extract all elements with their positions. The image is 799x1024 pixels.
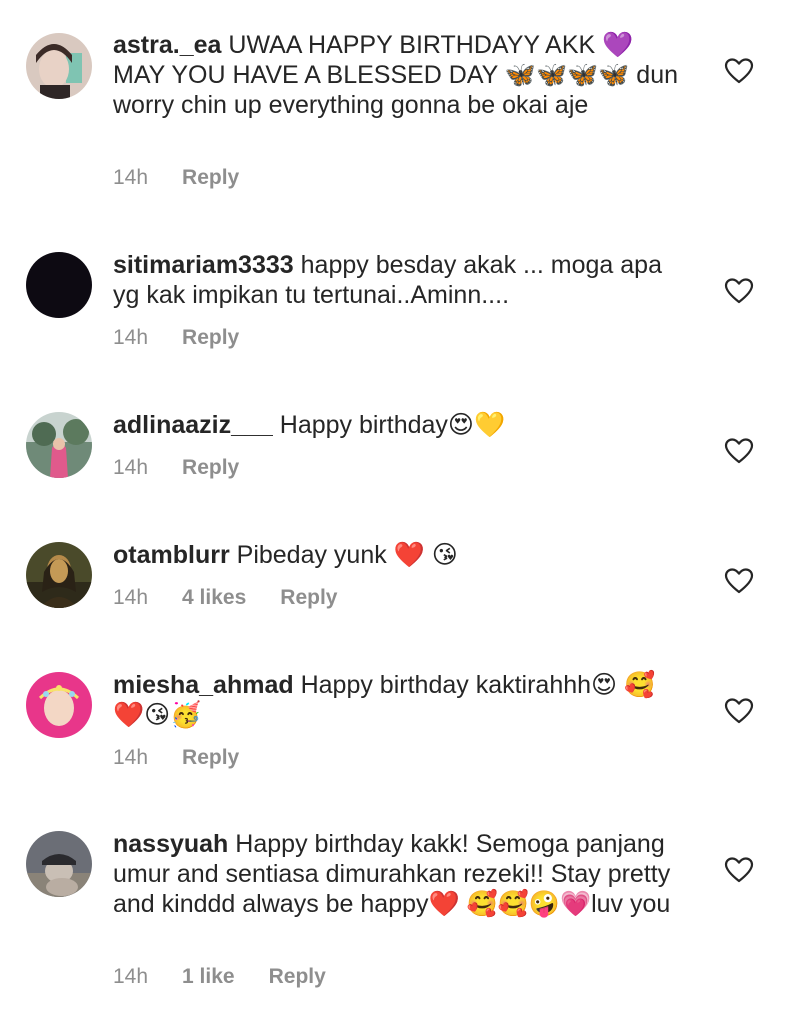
likes-count[interactable]: 4 likes bbox=[182, 586, 246, 609]
avatar[interactable] bbox=[26, 672, 92, 738]
comment-text: nassyuah Happy birthday kakk! Semoga pan… bbox=[113, 829, 683, 919]
reply-button[interactable]: Reply bbox=[280, 586, 337, 609]
comment-username[interactable]: miesha_ahmad bbox=[113, 671, 294, 699]
heart-icon[interactable] bbox=[724, 856, 754, 884]
comment-time: 14h bbox=[113, 965, 149, 988]
comment-text: miesha_ahmad Happy birthday kaktirahhh😍 … bbox=[113, 670, 683, 730]
likes-count[interactable]: 1 like bbox=[182, 965, 235, 988]
comment-time: 14h bbox=[113, 586, 149, 609]
comment-username[interactable]: adlinaaziz___ bbox=[113, 411, 273, 439]
reply-button[interactable]: Reply bbox=[182, 326, 239, 349]
comment-time: 14h bbox=[113, 746, 149, 769]
comment-body: Happy birthday😍💛 bbox=[279, 411, 506, 439]
comment-username[interactable]: astra._ea bbox=[113, 31, 221, 59]
reply-button[interactable]: Reply bbox=[182, 166, 239, 189]
comment-text: adlinaaziz___ Happy birthday😍💛 bbox=[113, 410, 683, 440]
comment-username[interactable]: otamblurr bbox=[113, 541, 230, 569]
comment-time: 14h bbox=[113, 456, 149, 479]
comment-text: otamblurr Pibeday yunk ❤️ 😘 bbox=[113, 540, 683, 570]
avatar[interactable] bbox=[26, 412, 92, 478]
comment-meta: 14h 1 like Reply bbox=[113, 965, 326, 989]
avatar[interactable] bbox=[26, 542, 92, 608]
comment-time: 14h bbox=[113, 166, 149, 189]
reply-button[interactable]: Reply bbox=[182, 456, 239, 479]
comment-meta: 14h Reply bbox=[113, 326, 239, 350]
heart-icon[interactable] bbox=[724, 277, 754, 305]
avatar[interactable] bbox=[26, 831, 92, 897]
comment-username[interactable]: nassyuah bbox=[113, 830, 228, 858]
comment-text: astra._ea UWAA HAPPY BIRTHDAYY AKK 💜 MAY… bbox=[113, 30, 683, 120]
reply-button[interactable]: Reply bbox=[182, 746, 239, 769]
comment-body: Pibeday yunk ❤️ 😘 bbox=[236, 541, 458, 569]
comment-time: 14h bbox=[113, 326, 149, 349]
comment-username[interactable]: sitimariam3333 bbox=[113, 251, 294, 279]
heart-icon[interactable] bbox=[724, 567, 754, 595]
avatar[interactable] bbox=[26, 33, 92, 99]
comment-text: sitimariam3333 happy besday akak ... mog… bbox=[113, 250, 683, 310]
comment-meta: 14h Reply bbox=[113, 456, 239, 480]
comment-meta: 14h Reply bbox=[113, 746, 239, 770]
comment-meta: 14h Reply bbox=[113, 166, 239, 190]
heart-icon[interactable] bbox=[724, 697, 754, 725]
comment-meta: 14h 4 likes Reply bbox=[113, 586, 337, 610]
reply-button[interactable]: Reply bbox=[269, 965, 326, 988]
heart-icon[interactable] bbox=[724, 57, 754, 85]
avatar[interactable] bbox=[26, 252, 92, 318]
heart-icon[interactable] bbox=[724, 437, 754, 465]
